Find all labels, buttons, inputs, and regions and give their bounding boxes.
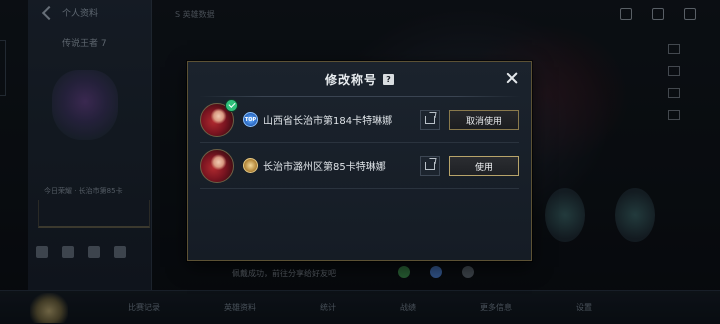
- bottom-tab: 统计: [320, 303, 336, 312]
- stat-icons: [36, 246, 126, 258]
- honor-badges: [545, 188, 655, 242]
- hero-avatar: [200, 148, 234, 183]
- title-caption: 今日荣耀 · 长治市第85卡: [44, 187, 123, 195]
- top-right-toolbar: [620, 8, 696, 20]
- title-text: 长治市潞州区第85卡特琳娜: [263, 162, 386, 173]
- qq-icon: [430, 266, 442, 278]
- honor-badge: [615, 188, 655, 242]
- help-icon[interactable]: ?: [383, 73, 394, 85]
- side-icon: [668, 110, 680, 120]
- rank-banner: [38, 200, 150, 228]
- bottom-tab: 英雄资料: [224, 303, 256, 312]
- bottom-tab: 更多信息: [480, 303, 512, 312]
- right-side-icons: [668, 44, 680, 120]
- fullscreen-icon: [684, 8, 696, 20]
- side-icon: [668, 44, 680, 54]
- cancel-use-button[interactable]: 取消使用: [449, 110, 519, 130]
- title-row: 长治市潞州区第85卡特琳娜 使用: [200, 143, 519, 189]
- dialog-title: 修改称号: [324, 72, 377, 87]
- use-button[interactable]: 使用: [449, 156, 519, 176]
- top-tab: S 英雄数据: [175, 10, 215, 19]
- region-badge-icon: [243, 158, 258, 173]
- region-badge-icon: TOP: [243, 112, 258, 127]
- wechat-icon: [398, 266, 410, 278]
- bottom-nav: 比赛记录 英雄资料 统计 战绩 更多信息 设置: [0, 290, 720, 324]
- title-row: TOP 山西省长治市第184卡特琳娜 取消使用: [200, 97, 519, 143]
- bottom-tab: 比赛记录: [128, 303, 160, 312]
- bottom-tab: 设置: [576, 303, 592, 312]
- close-icon[interactable]: [505, 71, 519, 85]
- dialog-header: 修改称号 ?: [188, 62, 531, 96]
- share-icon: [425, 162, 435, 170]
- share-targets: [398, 266, 474, 278]
- check-icon: [225, 98, 238, 112]
- rank-text: 传说王者 7: [62, 39, 107, 49]
- profile-title: 个人资料: [62, 9, 99, 19]
- honor-badge: [545, 188, 585, 242]
- menu-icon: [652, 8, 664, 20]
- profile-header: 个人资料: [41, 5, 99, 20]
- stat-icon: [62, 246, 74, 258]
- edit-title-dialog: 修改称号 ? TOP 山西省长治市第184卡特琳娜 取消使用 长治市潞州区第85…: [187, 61, 532, 261]
- hero-avatar: [200, 98, 238, 137]
- notice-text: 佩戴成功，前往分享给好友吧: [232, 269, 336, 278]
- close-small-icon: [462, 266, 474, 278]
- back-arrow-icon: [41, 5, 57, 20]
- side-icon: [668, 88, 680, 98]
- bottom-tab: 战绩: [400, 303, 416, 312]
- side-handle: [0, 40, 6, 96]
- share-icon: [425, 116, 435, 124]
- mail-icon: [620, 8, 632, 20]
- stat-icon: [36, 246, 48, 258]
- side-icon: [668, 66, 680, 76]
- share-button[interactable]: [420, 156, 440, 176]
- rank-emblem: [52, 70, 118, 140]
- share-button[interactable]: [420, 110, 440, 130]
- home-tab-icon: [30, 292, 68, 323]
- stat-icon: [114, 246, 126, 258]
- title-text: 山西省长治市第184卡特琳娜: [263, 116, 393, 127]
- stat-icon: [88, 246, 100, 258]
